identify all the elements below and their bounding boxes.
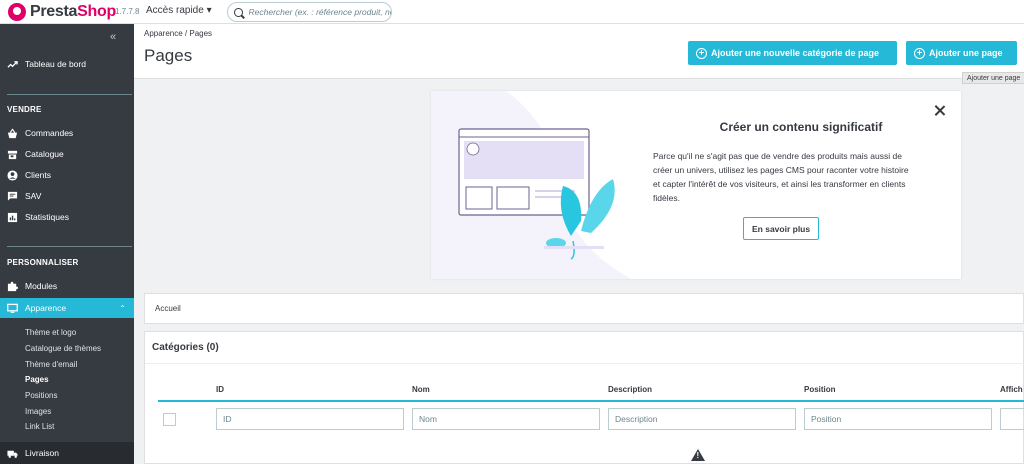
sidebar-item-label: SAV xyxy=(25,191,42,201)
submenu-theme-logo[interactable]: Thème et logo xyxy=(25,328,76,337)
sidebar-divider xyxy=(7,94,132,95)
account-circle-icon xyxy=(7,169,18,181)
truck-icon xyxy=(7,450,18,458)
quick-access-dropdown[interactable]: Accès rapide ▾ xyxy=(146,5,212,16)
bar-chart-icon xyxy=(7,212,18,222)
filter-position-input[interactable]: Position xyxy=(804,408,992,430)
promo-title: Créer un contenu significatif xyxy=(719,120,883,134)
puffin-logo-icon xyxy=(8,3,26,21)
page-header: Apparence / Pages Pages Ajouter une nouv… xyxy=(134,24,1024,79)
sidebar-item-label: Apparence xyxy=(25,303,67,313)
sidebar-item-label: Statistiques xyxy=(25,212,69,222)
prestashop-logo[interactable]: PrestaShop xyxy=(8,3,116,21)
sidebar-item-customer-service[interactable]: SAV xyxy=(0,186,134,206)
close-icon[interactable] xyxy=(934,105,945,116)
column-header-position[interactable]: Position xyxy=(804,385,836,394)
section-heading-customize: PERSONNALISER xyxy=(7,258,79,267)
category-breadcrumb[interactable]: Accueil xyxy=(144,293,1024,324)
filter-description-input[interactable]: Description xyxy=(608,408,796,430)
sidebar-item-orders[interactable]: Commandes xyxy=(0,123,134,143)
add-page-category-button[interactable]: Ajouter une nouvelle catégorie de page xyxy=(688,41,897,65)
sidebar-item-label: Catalogue xyxy=(25,149,64,159)
column-header-name[interactable]: Nom xyxy=(412,385,430,394)
sidebar-item-dashboard[interactable]: Tableau de bord xyxy=(0,54,134,74)
sidebar-item-label: Tableau de bord xyxy=(25,59,86,69)
filter-name-input[interactable]: Nom xyxy=(412,408,600,430)
logo-suffix: Shop xyxy=(77,3,116,20)
promo-description: Parce qu'il ne s'agit pas que de vendre … xyxy=(653,151,909,203)
sidebar-item-label: Commandes xyxy=(25,128,74,138)
basket-icon xyxy=(7,127,18,138)
sidebar-item-label: Clients xyxy=(25,170,51,180)
puzzle-icon xyxy=(7,281,18,291)
table-header-divider xyxy=(158,400,1024,402)
learn-more-button[interactable]: En savoir plus xyxy=(743,217,820,240)
submenu-theme-catalog[interactable]: Catalogue de thèmes xyxy=(25,344,101,353)
sidebar-divider xyxy=(7,246,132,247)
warning-icon xyxy=(691,449,705,461)
store-icon xyxy=(7,150,18,159)
categories-panel: Catégories (0) ID Nom Description Positi… xyxy=(144,331,1024,464)
chat-icon xyxy=(7,191,18,201)
search-placeholder: Rechercher (ex. : référence produit, nom xyxy=(248,7,391,17)
collapse-sidebar-icon[interactable]: « xyxy=(110,31,116,43)
sidebar-item-modules[interactable]: Modules xyxy=(0,276,134,296)
search-input[interactable]: Rechercher (ex. : référence produit, nom xyxy=(227,2,392,22)
promo-card: Créer un contenu significatif Parce qu'i… xyxy=(431,91,961,279)
submenu-positions[interactable]: Positions xyxy=(25,391,57,400)
cms-illustration xyxy=(431,91,631,279)
page-title: Pages xyxy=(144,46,193,65)
version-label: 1.7.7.8 xyxy=(115,7,140,16)
add-page-button[interactable]: Ajouter une page xyxy=(906,41,1017,65)
sidebar-item-label: Modules xyxy=(25,281,58,291)
submenu-link-list[interactable]: Link List xyxy=(25,422,54,431)
column-header-description[interactable]: Description xyxy=(608,385,652,394)
search-icon[interactable] xyxy=(234,7,243,17)
add-circle-icon xyxy=(696,47,707,59)
submenu-email-theme[interactable]: Thème d'email xyxy=(25,360,77,369)
trending-up-icon xyxy=(7,60,18,68)
sidebar-item-label: Livraison xyxy=(25,448,60,458)
chevron-up-icon: ⌃ xyxy=(119,303,126,313)
breadcrumb[interactable]: Apparence / Pages xyxy=(144,29,212,38)
sidebar-item-shipping[interactable]: Livraison xyxy=(0,442,134,464)
button-label: Ajouter une page xyxy=(929,48,1003,58)
sidebar-item-stats[interactable]: Statistiques xyxy=(0,207,134,227)
column-header-id[interactable]: ID xyxy=(216,385,224,394)
sidebar: « Tableau de bord VENDRE Commandes Catal… xyxy=(0,24,134,464)
submenu-images[interactable]: Images xyxy=(25,407,51,416)
desktop-icon xyxy=(7,303,18,313)
filter-display-input[interactable] xyxy=(1000,408,1024,430)
panel-title: Catégories (0) xyxy=(145,332,1024,364)
section-heading-sell: VENDRE xyxy=(7,105,42,114)
sidebar-item-customers[interactable]: Clients xyxy=(0,165,134,185)
submenu-pages[interactable]: Pages xyxy=(25,375,49,384)
add-circle-icon xyxy=(914,47,925,59)
sidebar-item-catalog[interactable]: Catalogue xyxy=(0,144,134,164)
tooltip: Ajouter une page xyxy=(962,72,1024,84)
logo-prefix: Presta xyxy=(30,3,78,20)
column-header-display[interactable]: Affich xyxy=(1000,385,1023,394)
select-all-checkbox[interactable] xyxy=(163,413,176,426)
button-label: Ajouter une nouvelle catégorie de page xyxy=(711,48,880,58)
filter-id-input[interactable]: ID xyxy=(216,408,404,430)
top-bar: PrestaShop 1.7.7.8 Accès rapide ▾ Recher… xyxy=(0,0,1024,24)
sidebar-item-appearance[interactable]: Apparence ⌃ xyxy=(0,298,134,318)
